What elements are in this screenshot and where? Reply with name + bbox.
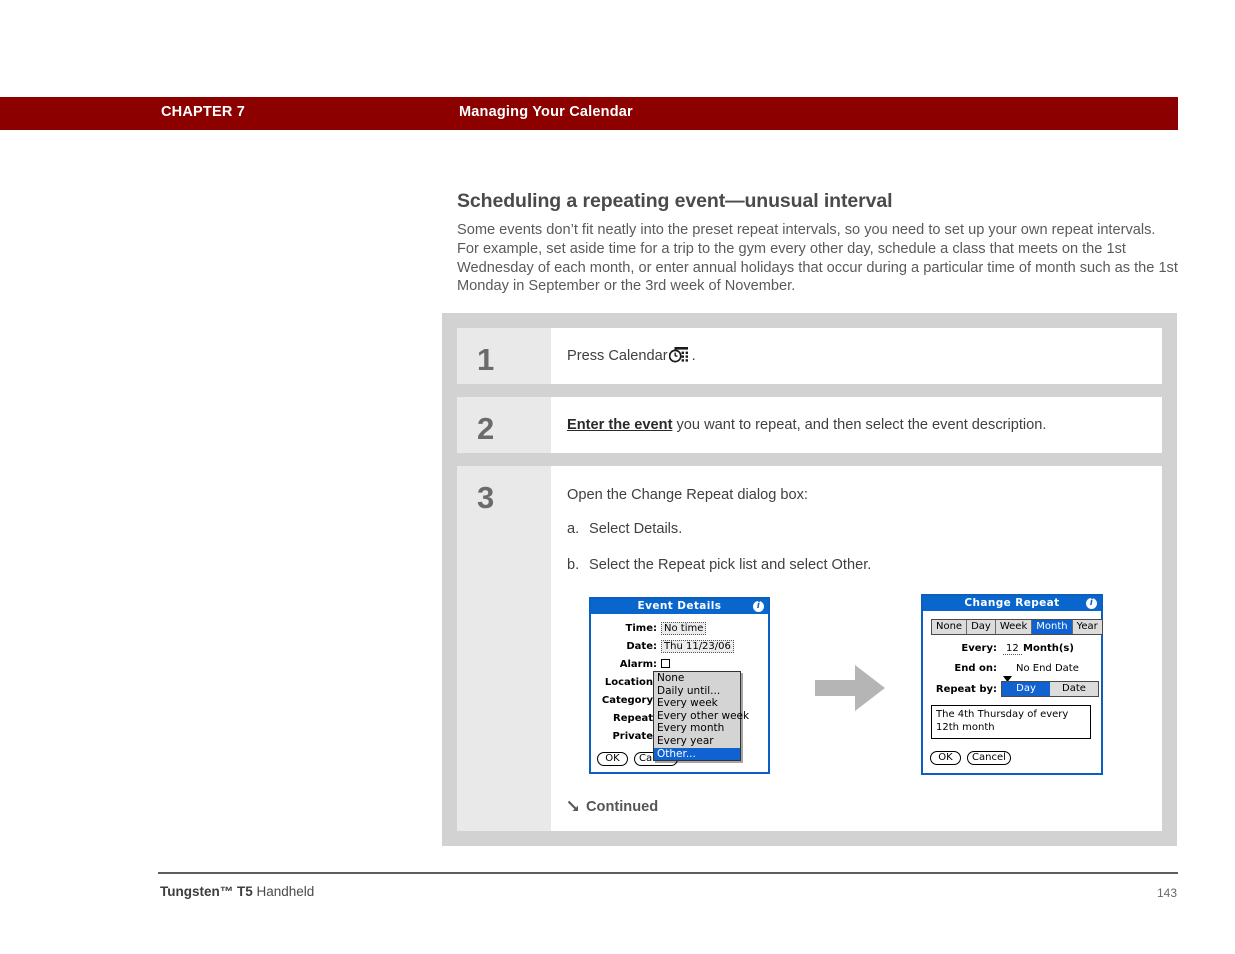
tab-year[interactable]: Year: [1072, 620, 1102, 634]
field-label-time: Time:: [625, 623, 657, 634]
field-value-date[interactable]: Thu 11/23/06: [661, 640, 734, 653]
event-details-dialog: Event Details i Time: No time Date: Thu …: [589, 597, 770, 774]
dropdown-item[interactable]: Every year: [654, 735, 740, 748]
field-label-alarm: Alarm:: [619, 659, 657, 670]
change-repeat-title: Change Repeat: [964, 597, 1060, 609]
event-details-title: Event Details: [637, 600, 722, 612]
step-number: 2: [477, 411, 495, 446]
event-details-body: Time: No time Date: Thu 11/23/06 Alarm: …: [591, 614, 768, 772]
field-value-time[interactable]: No time: [661, 622, 707, 635]
dropdown-item[interactable]: Every other week: [654, 710, 749, 723]
change-repeat-dialog: Change Repeat i None Day Week Month Year…: [921, 594, 1103, 775]
continued-text: Continued: [586, 799, 659, 815]
step-2-text-after: you want to repeat, and then select the …: [672, 417, 1047, 433]
dropdown-item[interactable]: Every month: [654, 722, 740, 735]
repeat-by-label: Repeat by:: [935, 684, 997, 695]
continued-label: Continued: [567, 798, 658, 819]
repeat-pick-list-dropdown[interactable]: None Daily until... Every week Every oth…: [653, 671, 749, 762]
substep-a-marker: a.: [567, 521, 580, 537]
right-arrow-icon: [815, 662, 887, 719]
step-2-text: Enter the event you want to repeat, and …: [567, 416, 1046, 435]
page-title: Scheduling a repeating event—unusual int…: [457, 190, 893, 212]
step-number-column: 1: [457, 328, 551, 384]
substep-a-text: Select Details.: [589, 521, 683, 537]
change-repeat-body: None Day Week Month Year Every: 12 Month…: [923, 611, 1103, 773]
step-content: Enter the event you want to repeat, and …: [567, 397, 1162, 453]
page-number: 143: [1157, 886, 1178, 900]
dropdown-item[interactable]: Every week: [654, 697, 740, 710]
step-number-column: 3: [457, 466, 551, 831]
change-repeat-titlebar: Change Repeat i: [923, 596, 1101, 611]
repeat-by-segmented-control[interactable]: Day Date: [1001, 681, 1099, 697]
ok-button[interactable]: OK: [930, 751, 961, 765]
dropdown-item-selected[interactable]: Other...: [654, 747, 740, 761]
chapter-header-bar: CHAPTER 7 Managing Your Calendar: [0, 97, 1178, 130]
repeat-by-date-option[interactable]: Date: [1050, 682, 1098, 696]
footer-brand: Tungsten™ T5: [160, 884, 253, 899]
end-on-label: End on:: [954, 663, 997, 674]
step-3-substep-a: a. Select Details.: [567, 520, 682, 539]
continued-arrow-icon: [567, 800, 580, 819]
tab-month[interactable]: Month: [1032, 620, 1073, 634]
footer-divider: [158, 872, 1178, 874]
event-details-titlebar: Event Details i: [591, 599, 768, 614]
cancel-button[interactable]: Cancel: [967, 751, 1011, 765]
tab-week[interactable]: Week: [995, 620, 1033, 634]
intro-paragraph: Some events don’t fit neatly into the pr…: [457, 222, 1178, 295]
info-icon[interactable]: i: [1086, 598, 1097, 609]
repeat-interval-tabs[interactable]: None Day Week Month Year: [931, 619, 1103, 635]
end-on-value[interactable]: No End Date: [1016, 663, 1079, 674]
every-label: Every:: [961, 643, 997, 654]
dropdown-item[interactable]: Daily until...: [654, 685, 740, 698]
step-1-text: Press Calendar .: [567, 347, 696, 369]
footer-product: Handheld: [252, 884, 315, 899]
every-unit-label: Month(s): [1023, 643, 1074, 654]
field-label-date: Date:: [626, 641, 657, 652]
chapter-label: CHAPTER 7: [161, 104, 245, 120]
step-row: 1 Press Calendar .: [457, 328, 1162, 384]
step-number-column: 2: [457, 397, 551, 453]
field-label-repeat: Repeat:: [613, 713, 657, 724]
ok-button[interactable]: OK: [597, 752, 628, 766]
step-number: 1: [477, 342, 495, 377]
step-content: Press Calendar .: [567, 328, 1162, 384]
step-1-text-after: .: [691, 348, 696, 364]
step-row: 2 Enter the event you want to repeat, an…: [457, 397, 1162, 453]
step-3-lead: Open the Change Repeat dialog box:: [567, 487, 808, 503]
field-label-category: Category:: [601, 695, 657, 706]
step-1-text-before: Press Calendar: [567, 348, 668, 364]
step-3-substep-b: b. Select the Repeat pick list and select…: [567, 556, 871, 575]
field-label-location: Location:: [604, 677, 657, 688]
info-icon[interactable]: i: [753, 601, 764, 612]
enter-the-event-link[interactable]: Enter the event: [567, 417, 672, 433]
alarm-checkbox[interactable]: [661, 659, 670, 668]
footer-product-name: Tungsten™ T5 Handheld: [160, 884, 314, 899]
chapter-title: Managing Your Calendar: [459, 104, 633, 120]
every-value[interactable]: 12: [1003, 643, 1022, 655]
tab-day[interactable]: Day: [967, 620, 996, 634]
substep-b-text: Select the Repeat pick list and select O…: [589, 557, 872, 573]
step-number: 3: [477, 480, 495, 515]
field-label-private: Private:: [612, 731, 657, 742]
tab-none[interactable]: None: [932, 620, 968, 634]
repeat-by-day-option[interactable]: Day: [1002, 682, 1050, 696]
substep-b-marker: b.: [567, 557, 580, 573]
dropdown-item[interactable]: None: [654, 672, 740, 685]
repeat-description: The 4th Thursday of every 12th month: [931, 705, 1091, 739]
calendar-icon: [668, 347, 691, 369]
